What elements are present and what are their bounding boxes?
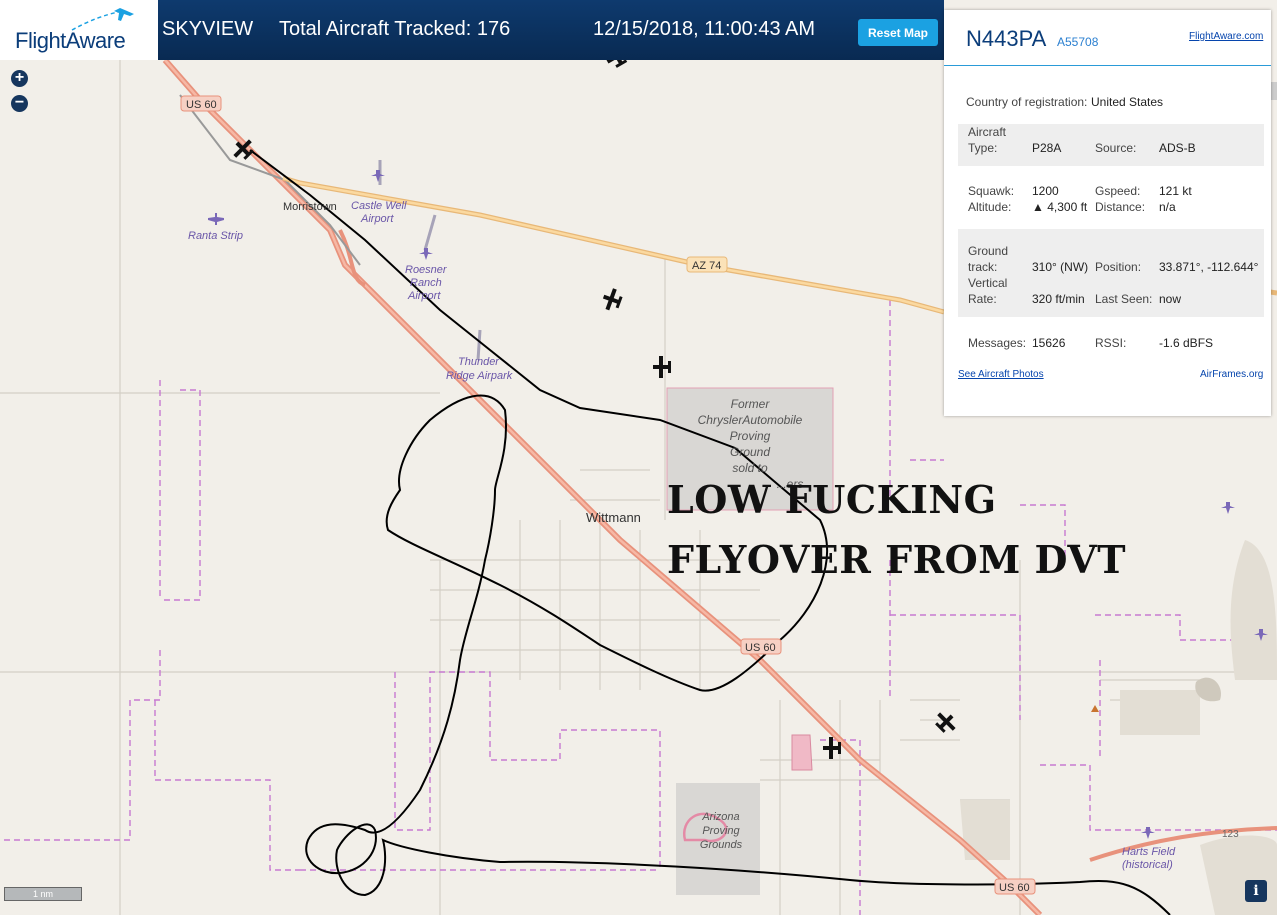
ranta-strip-label: Ranta Strip [188,230,243,242]
zoom-out-button[interactable]: − [11,95,28,112]
scale-bar: 1 nm [4,887,82,901]
flightaware-logo[interactable]: FlightAware [0,0,158,60]
zoom-in-button[interactable]: + [11,70,28,87]
chrysler-label-3: Proving [730,429,771,443]
us60-shield-mid: US 60 [745,642,776,654]
messages-label: Messages: [968,336,1027,350]
panel-header: N443PA A55708 FlightAware.com [944,10,1271,66]
source-value: ADS-B [1159,141,1196,155]
gspeed-value: 121 kt [1159,184,1192,198]
aircraft-count: Total Aircraft Tracked: 176 [279,18,511,40]
app-name: SKYVIEW [162,18,254,40]
datetime: 12/15/2018, 11:00:43 AM [593,18,816,40]
chrysler-label-4: Ground [730,445,770,459]
altitude-label: Altitude: [968,200,1012,214]
vertical-rate-value: 320 ft/min [1032,292,1085,306]
vertical-rate-label-2: Rate: [968,292,997,306]
aircraft-type-value: P28A [1032,141,1062,155]
squawk-label: Squawk: [968,184,1015,198]
aircraft-type-label-2: Type: [968,141,998,155]
castle-well-airport-label-2: Airport [360,213,394,225]
thunder-ridge-label: Thunder [458,356,500,368]
roesner-ranch-label: Roesner [405,264,448,276]
last-seen-label: Last Seen: [1095,292,1153,306]
brand-name: FlightAware [15,28,126,53]
squawk-value: 1200 [1032,184,1059,198]
source-label: Source: [1095,141,1137,155]
info-button[interactable]: i [1245,880,1267,902]
castle-well-airport-label: Castle Well [351,200,407,212]
arizona-pg-label-3: Grounds [700,839,743,851]
hwy123-label: 123 [1222,829,1239,840]
reset-map-button[interactable]: Reset Map [858,19,938,46]
country-label: Country of registration: [966,95,1088,109]
ground-track-label: Ground [968,244,1009,258]
rssi-value: -1.6 dBFS [1159,336,1214,350]
caption-overlay: LOW FUCKING FLYOVER FROM DVT [667,470,1126,590]
harts-field-label: Harts Field [1122,846,1176,858]
roesner-ranch-label-2: Ranch [410,277,442,289]
last-seen-value: now [1159,292,1182,306]
distance-label: Distance: [1095,200,1146,214]
az74-shield: AZ 74 [692,260,721,272]
country-value: United States [1091,95,1164,109]
us60-shield-top: US 60 [186,99,217,111]
aircraft-info-panel: N443PA A55708 FlightAware.com Country of… [944,10,1271,416]
position-value: 33.871°, -112.644° [1159,260,1259,274]
messages-value: 15626 [1032,336,1066,350]
ground-track-value: 310° (NW) [1032,260,1089,274]
ground-track-label-2: track: [968,260,998,274]
position-label: Position: [1095,260,1142,274]
aircraft-photos-link[interactable]: See Aircraft Photos [958,369,1044,380]
chrysler-label-1: Former [731,397,771,411]
hex-code-link[interactable]: A55708 [1057,35,1098,49]
caption-line-1: LOW FUCKING [667,477,997,522]
caption-line-2: FLYOVER FROM DVT [667,537,1127,582]
gspeed-label: Gspeed: [1095,184,1141,198]
thunder-ridge-label-2: Ridge Airpark [446,370,513,382]
rssi-label: RSSI: [1095,336,1127,350]
airframes-link[interactable]: AirFrames.org [1200,369,1263,380]
distance-value: n/a [1159,200,1176,214]
registration: N443PA [966,26,1047,51]
town-morristown: Morristown [283,201,337,213]
altitude-value: ▲ 4,300 ft [1032,200,1088,214]
flightaware-link[interactable]: FlightAware.com [1189,31,1263,42]
arizona-pg-label-1: Arizona [701,811,739,823]
us60-shield-bottom: US 60 [999,882,1030,894]
arizona-pg-label-2: Proving [702,825,740,837]
town-wittmann: Wittmann [586,510,641,525]
roesner-ranch-label-3: Airport [407,290,441,302]
top-bar: FlightAware SKYVIEW Total Aircraft Track… [0,0,944,60]
vertical-rate-label: Vertical [968,276,1008,290]
aircraft-type-label: Aircraft [968,125,1007,139]
harts-field-label-2: (historical) [1122,859,1173,871]
chrysler-label-2: ChryslerAutomobile [698,413,803,427]
